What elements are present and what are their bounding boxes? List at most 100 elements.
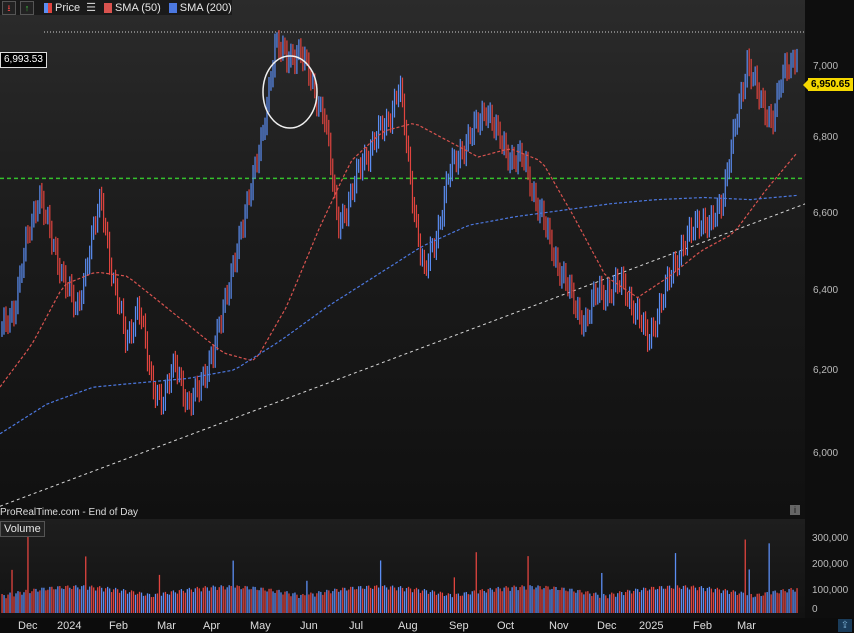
volume-bar (539, 586, 541, 613)
volume-bar (557, 589, 559, 613)
volume-bar (234, 587, 236, 613)
volume-bar (597, 594, 599, 613)
volume-bar (61, 588, 63, 613)
volume-bar (208, 590, 210, 613)
download-icon[interactable]: ⭳ (2, 0, 16, 15)
volume-bar (31, 591, 33, 613)
volume-bar (633, 590, 635, 613)
price-axis-label: 6,600 (813, 208, 839, 219)
volume-bar (210, 587, 212, 613)
volume-legend: Volume (0, 521, 45, 537)
volume-bar (266, 591, 268, 613)
arrow-up-icon[interactable]: ↑ (20, 0, 34, 15)
volume-bar (611, 592, 613, 613)
volume-bar (132, 591, 135, 613)
legend-sma200[interactable]: SMA (200) (180, 2, 232, 14)
highlight-circle (262, 55, 318, 129)
volume-bar (302, 593, 304, 613)
volume-bar (108, 588, 111, 613)
volume-bar (585, 591, 587, 613)
volume-bar (242, 588, 244, 613)
volume-bar (595, 592, 597, 613)
volume-legend-label[interactable]: Volume (4, 523, 41, 535)
volume-bar (11, 569, 13, 613)
chart-window: ⭳ ↑ Price ☰ SMA (50) SMA (200) 6,993.53 … (0, 0, 854, 633)
volume-bar (356, 589, 358, 613)
volume-bar (555, 586, 557, 613)
volume-bar (97, 587, 99, 613)
volume-bar (27, 537, 29, 613)
volume-bar (296, 594, 298, 613)
volume-bar (200, 591, 202, 613)
volume-bar (37, 591, 39, 613)
volume-bar (270, 588, 272, 613)
volume-bar (706, 587, 709, 613)
volume-bar (286, 591, 288, 613)
time-label: Dec (18, 620, 38, 632)
volume-bar (758, 593, 760, 613)
volume-bar (670, 588, 673, 613)
time-label: Aug (398, 620, 418, 632)
volume-bar (794, 591, 796, 613)
volume-bar (788, 588, 790, 613)
high-marker: 6,993.53 (0, 52, 47, 68)
volume-bar (216, 589, 218, 613)
volume-bar (664, 588, 667, 613)
legend-sma50[interactable]: SMA (50) (115, 2, 161, 14)
volume-bar (186, 589, 189, 613)
volume-bar (204, 586, 206, 613)
chart-canvas (0, 30, 806, 613)
volume-bar (298, 597, 300, 613)
volume-bar (425, 590, 428, 613)
volume-bar (619, 591, 621, 613)
info-icon[interactable]: i (790, 505, 800, 515)
volume-bar (529, 585, 531, 613)
volume-bar (107, 586, 109, 613)
volume-bar (429, 592, 432, 613)
volume-bar (142, 595, 145, 613)
volume-bar (364, 588, 366, 613)
volume-bar (391, 585, 394, 613)
volume-bar (754, 596, 756, 613)
volume-bar (613, 593, 615, 613)
volume-bar (308, 594, 310, 613)
volume-bar (724, 588, 726, 613)
volume-bar (635, 588, 637, 613)
volume-bar (477, 593, 479, 613)
volume-bar (451, 597, 454, 613)
volume-bar (509, 590, 511, 613)
volume-bar (515, 586, 517, 613)
volume-bar (29, 593, 31, 613)
source-label: ProRealTime.com - End of Day (0, 507, 139, 518)
volume-bar (172, 590, 175, 613)
scroll-up-icon[interactable]: ⇪ (838, 619, 852, 632)
menu-icon[interactable]: ☰ (86, 1, 96, 14)
volume-bar (156, 593, 159, 613)
volume-bar (326, 589, 328, 613)
volume-bar (342, 587, 344, 613)
price-axis-label: 6,400 (813, 285, 839, 296)
volume-bar (405, 588, 408, 613)
volume-bar (455, 593, 457, 613)
volume-bar (306, 580, 308, 613)
volume-bar (762, 595, 764, 613)
volume-bar (93, 587, 95, 613)
volume-bar (437, 593, 440, 613)
volume-bar (134, 594, 137, 613)
volume-bar (373, 585, 376, 613)
volume-bar (738, 593, 740, 613)
volume-bar (654, 589, 657, 613)
volume-bar (501, 591, 503, 613)
volume-bar (605, 595, 607, 613)
volume-bar (531, 586, 533, 613)
volume-bar (453, 577, 455, 613)
volume-bar (760, 596, 762, 613)
volume-bar (81, 586, 83, 613)
volume-bar (350, 586, 352, 613)
volume-bar (591, 596, 593, 613)
volume-bar (722, 590, 724, 613)
volume-bar (736, 595, 738, 613)
legend-price[interactable]: Price (55, 2, 80, 14)
volume-bar (35, 588, 37, 613)
volume-bar (212, 585, 214, 613)
